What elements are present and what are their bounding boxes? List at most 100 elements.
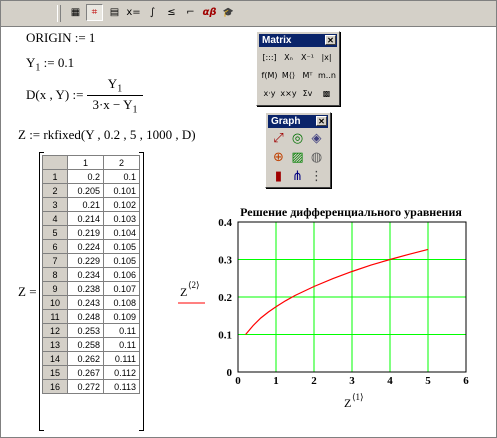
graph-palette-titlebar[interactable]: Graph ✕: [268, 115, 328, 128]
table-cell[interactable]: 0.11: [103, 323, 140, 338]
matrix-palette-button[interactable]: |x|: [318, 49, 335, 66]
table-cell[interactable]: 0.111: [103, 351, 140, 366]
row-header: 14: [42, 351, 68, 366]
row-header: 15: [42, 365, 68, 380]
table-cell[interactable]: 0.102: [103, 197, 140, 212]
table-row[interactable]: 9 0.238 0.107: [42, 281, 140, 296]
y1-definition[interactable]: Y1 := 0.1: [26, 55, 74, 74]
matrix-palette-button[interactable]: Xₙ: [280, 49, 297, 66]
table-cell[interactable]: 0.105: [103, 253, 140, 268]
matrix-palette-titlebar[interactable]: Matrix ✕: [259, 34, 337, 47]
table-row[interactable]: 1 0.2 0.1: [42, 169, 140, 184]
polar-plot-icon[interactable]: ◎: [289, 130, 306, 147]
row-header: 13: [42, 337, 68, 352]
row-header: 5: [42, 225, 68, 240]
greek-icon[interactable]: αβ: [201, 4, 218, 21]
origin-definition[interactable]: ORIGIN := 1: [26, 30, 95, 46]
table-row[interactable]: 12 0.253 0.11: [42, 323, 140, 338]
calculator-icon[interactable]: ▦: [67, 4, 84, 21]
table-cell[interactable]: 0.229: [67, 253, 104, 268]
bar-plot-icon[interactable]: ▮: [270, 168, 287, 185]
table-cell[interactable]: 0.106: [103, 267, 140, 282]
table-header-row: 1 2: [42, 155, 140, 170]
table-row[interactable]: 5 0.219 0.104: [42, 225, 140, 240]
matrix-palette-button[interactable]: m..n: [318, 67, 336, 84]
table-row[interactable]: 4 0.214 0.103: [42, 211, 140, 226]
table-row[interactable]: 14 0.262 0.111: [42, 351, 140, 366]
table-cell[interactable]: 0.205: [67, 183, 104, 198]
table-row[interactable]: 10 0.243 0.108: [42, 295, 140, 310]
calculus-icon[interactable]: ∫: [144, 4, 161, 21]
table-cell[interactable]: 0.248: [67, 309, 104, 324]
graph-palette[interactable]: Graph ✕ ⤢ ◎ ◈ ⊕ ▨ ◍ ▮ ⋔ ⋮: [265, 112, 331, 188]
contour-plot-icon[interactable]: ⊕: [270, 149, 287, 166]
table-cell[interactable]: 0.109: [103, 309, 140, 324]
row-header: 3: [42, 197, 68, 212]
table-cell[interactable]: 0.219: [67, 225, 104, 240]
table-cell[interactable]: 0.107: [103, 281, 140, 296]
table-cell[interactable]: 0.262: [67, 351, 104, 366]
boolean-icon[interactable]: ≤: [163, 4, 180, 21]
table-cell[interactable]: 0.243: [67, 295, 104, 310]
table-row[interactable]: 16 0.272 0.113: [42, 379, 140, 394]
table-cell[interactable]: 0.105: [103, 239, 140, 254]
zoom-icon[interactable]: ⋮: [308, 168, 325, 185]
table-row[interactable]: 2 0.205 0.101: [42, 183, 140, 198]
table-cell[interactable]: 0.112: [103, 365, 140, 380]
scatter-3d-icon[interactable]: ◍: [308, 149, 325, 166]
table-row[interactable]: 15 0.267 0.112: [42, 365, 140, 380]
matrix-palette-button[interactable]: Mᵀ: [299, 67, 316, 84]
xy-plot-icon[interactable]: ⤢: [270, 130, 287, 147]
surface-plot-icon[interactable]: ◈: [308, 130, 325, 147]
matrix-palette-button[interactable]: Σv: [299, 85, 316, 102]
z-result-label: Z =: [18, 284, 37, 299]
z-rkfixed-definition[interactable]: Z := rkfixed(Y , 0.2 , 5 , 1000 , D): [18, 127, 196, 143]
table-cell[interactable]: 0.104: [103, 225, 140, 240]
matrix-palette-button[interactable]: M⟨⟩: [280, 67, 297, 84]
y1-name: Y: [26, 55, 36, 70]
matrix-palette[interactable]: Matrix ✕ [:::] Xₙ X⁻¹ |x|f(M) M⟨⟩ Mᵀ m..nx·y x×…: [256, 31, 340, 106]
vector-field-icon[interactable]: ⋔: [289, 168, 306, 185]
d-numerator: Y1: [107, 76, 123, 95]
table-cell[interactable]: 0.238: [67, 281, 104, 296]
table-cell[interactable]: 0.1: [103, 169, 140, 184]
row-header: 10: [42, 295, 68, 310]
table-cell[interactable]: 0.108: [103, 295, 140, 310]
table-cell[interactable]: 0.214: [67, 211, 104, 226]
table-corner: [42, 155, 68, 170]
matrix-palette-button[interactable]: x×y: [280, 85, 297, 102]
programming-icon[interactable]: ⌐: [182, 4, 199, 21]
symbolic-icon[interactable]: 🎓: [220, 4, 237, 21]
graph-icon[interactable]: ⌗: [86, 4, 103, 21]
matrix-palette-button[interactable]: [:::]: [261, 49, 278, 66]
table-row[interactable]: 3 0.21 0.102: [42, 197, 140, 212]
table-cell[interactable]: 0.224: [67, 239, 104, 254]
table-row[interactable]: 11 0.248 0.109: [42, 309, 140, 324]
table-cell[interactable]: 0.234: [67, 267, 104, 282]
evaluation-icon[interactable]: x=: [125, 4, 142, 21]
table-row[interactable]: 6 0.224 0.105: [42, 239, 140, 254]
table-row[interactable]: 13 0.258 0.11: [42, 337, 140, 352]
toolbar-grip[interactable]: [57, 5, 61, 22]
3d-bar-icon[interactable]: ▨: [289, 149, 306, 166]
matrix-palette-button[interactable]: x·y: [261, 85, 278, 102]
table-cell[interactable]: 0.11: [103, 337, 140, 352]
table-row[interactable]: 7 0.229 0.105: [42, 253, 140, 268]
matrix-palette-close-icon[interactable]: ✕: [325, 35, 336, 45]
table-cell[interactable]: 0.101: [103, 183, 140, 198]
table-cell[interactable]: 0.258: [67, 337, 104, 352]
table-cell[interactable]: 0.253: [67, 323, 104, 338]
table-row[interactable]: 8 0.234 0.106: [42, 267, 140, 282]
matrix-palette-button[interactable]: ▩: [318, 85, 335, 102]
table-cell[interactable]: 0.21: [67, 197, 104, 212]
matrix-palette-button[interactable]: f(M): [261, 67, 278, 84]
table-cell[interactable]: 0.103: [103, 211, 140, 226]
graph-palette-close-icon[interactable]: ✕: [316, 116, 327, 126]
table-cell[interactable]: 0.267: [67, 365, 104, 380]
table-cell[interactable]: 0.113: [103, 379, 140, 394]
table-cell[interactable]: 0.2: [67, 169, 104, 184]
matrix-icon[interactable]: ▤: [106, 4, 123, 21]
matrix-palette-button[interactable]: X⁻¹: [299, 49, 316, 66]
table-cell[interactable]: 0.272: [67, 379, 104, 394]
z-result-table[interactable]: 1 2 1 0.2 0.1 2 0.205 0.101 3 0.21 0.102 4 0.214 0.…: [42, 155, 140, 394]
